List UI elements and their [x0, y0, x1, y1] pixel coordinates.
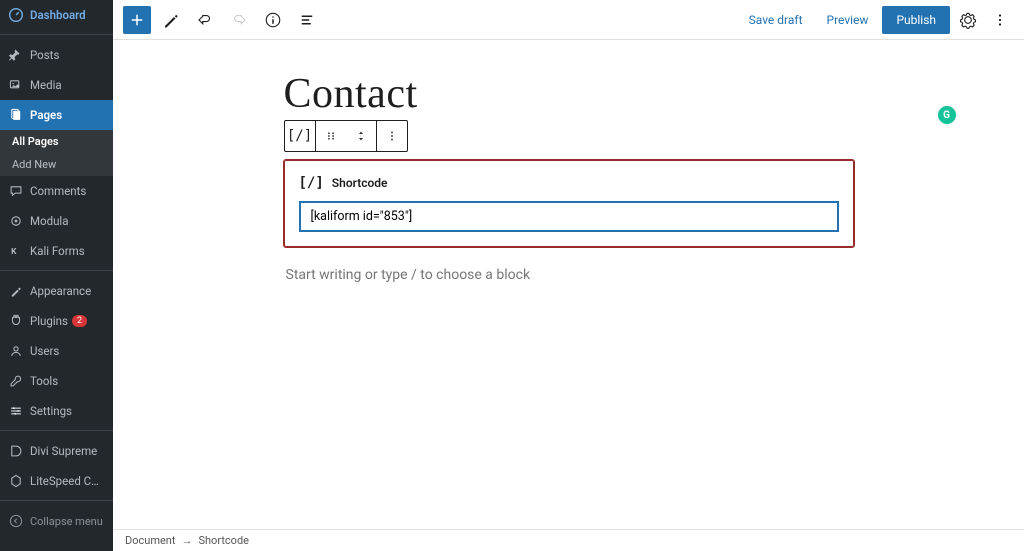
- page-title[interactable]: Contact: [284, 70, 854, 118]
- menu-label: Tools: [30, 374, 58, 388]
- shortcode-block: [/] Shortcode: [284, 160, 854, 247]
- menu-modula[interactable]: Modula: [0, 206, 113, 236]
- menu-litespeed[interactable]: LiteSpeed Cache: [0, 466, 113, 496]
- move-updown-button[interactable]: [346, 121, 376, 151]
- breadcrumb: Document → Shortcode: [113, 529, 1024, 551]
- menu-label: Appearance: [30, 284, 91, 298]
- modula-icon: [8, 213, 24, 229]
- shortcode-label: Shortcode: [332, 176, 388, 190]
- plugin-update-badge: 2: [72, 315, 87, 327]
- edit-mode-button[interactable]: [157, 6, 185, 34]
- menu-label: Modula: [30, 214, 68, 228]
- menu-label: Divi Supreme: [30, 444, 97, 458]
- more-options-button[interactable]: [986, 6, 1014, 34]
- comment-icon: [8, 183, 24, 199]
- crumb-block[interactable]: Shortcode: [198, 534, 249, 547]
- preview-button[interactable]: Preview: [817, 7, 879, 33]
- crumb-arrow: →: [181, 534, 192, 547]
- info-button[interactable]: [259, 6, 287, 34]
- settings-icon: [8, 403, 24, 419]
- lightspeed-icon: [8, 473, 24, 489]
- shortcode-input[interactable]: [299, 201, 839, 232]
- collapse-icon: [8, 513, 24, 529]
- menu-label: Comments: [30, 184, 86, 198]
- publish-button[interactable]: Publish: [882, 6, 950, 34]
- block-toolbar: [/]: [284, 120, 408, 152]
- menu-divi[interactable]: Divi Supreme: [0, 436, 113, 466]
- menu-posts[interactable]: Posts: [0, 40, 113, 70]
- menu-label: Settings: [30, 404, 72, 418]
- menu-label: Media: [30, 78, 62, 92]
- svg-text:K: K: [11, 247, 17, 257]
- collapse-label: Collapse menu: [30, 515, 103, 528]
- drag-handle[interactable]: [316, 121, 346, 151]
- submenu-add-new[interactable]: Add New: [0, 153, 113, 176]
- menu-appearance[interactable]: Appearance: [0, 276, 113, 306]
- block-appender[interactable]: Start writing or type / to choose a bloc…: [284, 253, 854, 297]
- menu-label: Posts: [30, 48, 59, 62]
- submenu-all-pages[interactable]: All Pages: [0, 130, 113, 153]
- editor-canvas: G Contact [/] [/] Shortcode: [113, 40, 1024, 529]
- menu-label: LiteSpeed Cache: [30, 474, 105, 488]
- menu-label: Dashboard: [30, 8, 86, 22]
- editor-main: Save draft Preview Publish G Contact [/]: [113, 0, 1024, 551]
- undo-button[interactable]: [191, 6, 219, 34]
- shortcode-icon: [/]: [299, 175, 324, 191]
- block-type-button[interactable]: [/]: [285, 121, 315, 151]
- menu-plugins[interactable]: Plugins 2: [0, 306, 113, 336]
- menu-comments[interactable]: Comments: [0, 176, 113, 206]
- menu-label: Kali Forms: [30, 244, 85, 258]
- page-icon: [8, 107, 24, 123]
- media-icon: [8, 77, 24, 93]
- dashboard-icon: [8, 7, 24, 23]
- menu-label: Plugins: [30, 314, 68, 328]
- menu-users[interactable]: Users: [0, 336, 113, 366]
- menu-tools[interactable]: Tools: [0, 366, 113, 396]
- divi-icon: [8, 443, 24, 459]
- pages-submenu: All Pages Add New: [0, 130, 113, 176]
- collapse-menu[interactable]: Collapse menu: [0, 506, 113, 536]
- pin-icon: [8, 47, 24, 63]
- outline-button[interactable]: [293, 6, 321, 34]
- settings-toggle-button[interactable]: [954, 6, 982, 34]
- menu-media[interactable]: Media: [0, 70, 113, 100]
- add-block-button[interactable]: [123, 6, 151, 34]
- menu-dashboard[interactable]: Dashboard: [0, 0, 113, 30]
- appearance-icon: [8, 283, 24, 299]
- menu-kaliforms[interactable]: K Kali Forms: [0, 236, 113, 266]
- save-draft-button[interactable]: Save draft: [739, 7, 813, 33]
- tool-icon: [8, 373, 24, 389]
- menu-pages[interactable]: Pages: [0, 100, 113, 130]
- crumb-document[interactable]: Document: [125, 534, 175, 547]
- user-icon: [8, 343, 24, 359]
- admin-sidebar: Dashboard Posts Media Pages All Pages Ad…: [0, 0, 113, 551]
- editor-topbar: Save draft Preview Publish: [113, 0, 1024, 40]
- block-options-button[interactable]: [377, 121, 407, 151]
- menu-label: Pages: [30, 108, 62, 122]
- grammarly-icon[interactable]: G: [938, 106, 956, 124]
- menu-label: Users: [30, 344, 59, 358]
- kali-icon: K: [8, 243, 24, 259]
- menu-settings[interactable]: Settings: [0, 396, 113, 426]
- redo-button[interactable]: [225, 6, 253, 34]
- plugin-icon: [8, 313, 24, 329]
